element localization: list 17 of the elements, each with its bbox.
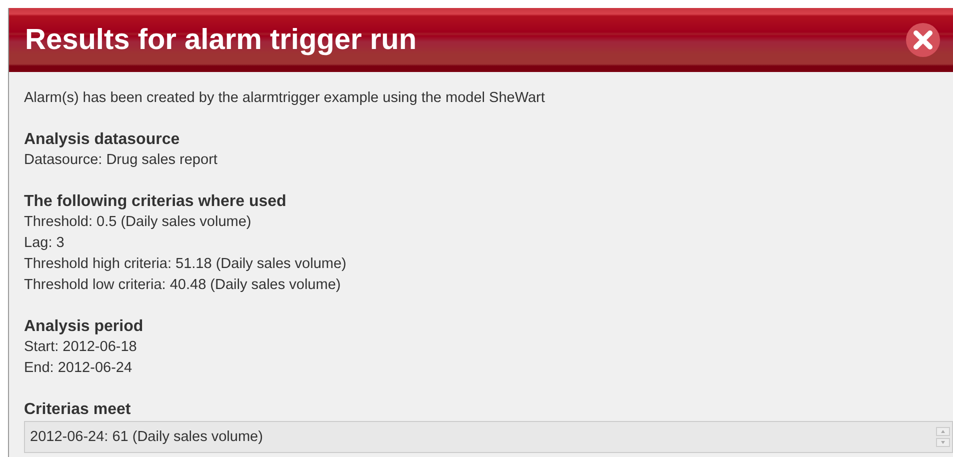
result-field[interactable]: 2012-06-24: 61 (Daily sales volume) [24,421,953,453]
info-line: Threshold: 0.5 (Daily sales volume) [24,213,252,232]
info-line: Lag: 3 [24,234,66,253]
info-line: Threshold low criteria: 40.48 (Daily sales volume) [24,276,342,295]
section-heading: Criterias meet [24,400,132,420]
dialog-title: Results for alarm trigger run [25,22,417,58]
info-line: Datasource: Drug sales report [24,151,218,170]
close-button[interactable] [905,22,941,58]
info-line: Start: 2012-06-18 [24,338,138,357]
intro-text: Alarm(s) has been created by the alarmtrigger example using the model SheWart [24,89,546,108]
section-heading: The following criterias where used [24,192,288,212]
section-heading: Analysis datasource [24,130,181,150]
info-line: Threshold high criteria: 51.18 (Daily sales volume) [24,255,348,274]
scroll-up-icon[interactable] [936,427,950,436]
section-heading: Analysis period [24,317,144,337]
scroll-down-icon[interactable] [936,438,950,447]
info-line: End: 2012-06-24 [24,359,134,378]
